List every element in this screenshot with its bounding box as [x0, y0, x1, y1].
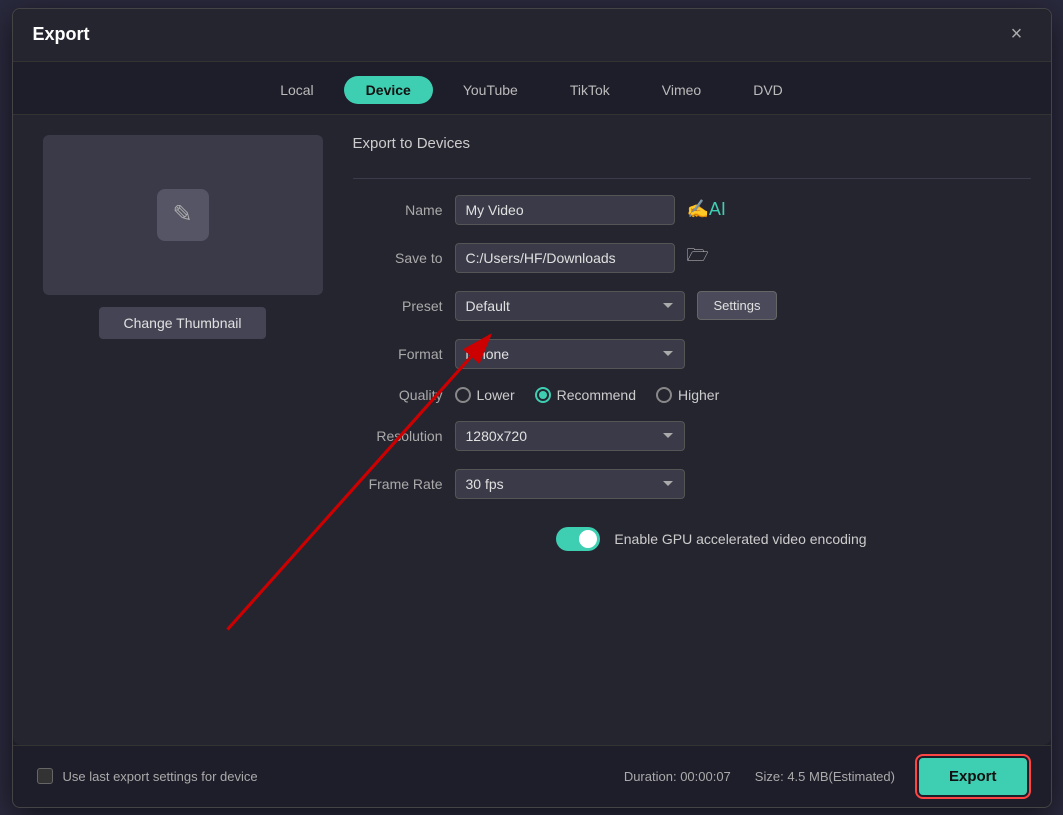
frame-rate-row: Frame Rate 30 fps [353, 469, 1031, 499]
frame-rate-label: Frame Rate [353, 476, 443, 492]
size-label: Size: [755, 769, 784, 784]
duration-value: 00:00:07 [680, 769, 731, 784]
resolution-select[interactable]: 1280x720 [455, 421, 685, 451]
dialog-overlay: Export × Local Device YouTube TikTok Vim… [0, 0, 1063, 815]
quality-row: Quality Lower Recommend Higher [353, 387, 1031, 403]
gpu-toggle[interactable] [556, 527, 600, 551]
tab-local[interactable]: Local [258, 76, 335, 104]
tab-tiktok[interactable]: TikTok [548, 76, 632, 104]
ai-icon[interactable]: ✍AI [687, 199, 726, 220]
quality-higher[interactable]: Higher [656, 387, 719, 403]
save-to-input[interactable] [455, 243, 675, 273]
duration-info: Duration: 00:00:07 [624, 769, 731, 784]
footer-right: Duration: 00:00:07 Size: 4.5 MB(Estimate… [624, 758, 1027, 795]
gpu-label: Enable GPU accelerated video encoding [614, 531, 866, 547]
save-to-label: Save to [353, 250, 443, 266]
format-row: Format iPhone [353, 339, 1031, 369]
quality-options: Lower Recommend Higher [455, 387, 720, 403]
resolution-row: Resolution 1280x720 [353, 421, 1031, 451]
tab-youtube[interactable]: YouTube [441, 76, 540, 104]
folder-icon[interactable]: 🗁 [687, 243, 709, 273]
name-row: Name ✍AI [353, 195, 1031, 225]
gpu-row: Enable GPU accelerated video encoding [353, 527, 1031, 551]
resolution-label: Resolution [353, 428, 443, 444]
quality-recommend[interactable]: Recommend [535, 387, 636, 403]
quality-recommend-label: Recommend [557, 387, 636, 403]
export-dialog: Export × Local Device YouTube TikTok Vim… [12, 8, 1052, 808]
settings-button[interactable]: Settings [697, 291, 778, 320]
quality-lower-radio[interactable] [455, 387, 471, 403]
edit-icon: ✎ [172, 200, 192, 229]
quality-lower-label: Lower [477, 387, 515, 403]
last-settings-label: Use last export settings for device [63, 769, 258, 784]
divider [353, 178, 1031, 179]
quality-higher-radio[interactable] [656, 387, 672, 403]
preset-select[interactable]: Default [455, 291, 685, 321]
thumbnail-preview: ✎ [43, 135, 323, 295]
export-button[interactable]: Export [919, 758, 1027, 795]
section-title: Export to Devices [353, 135, 1031, 152]
quality-higher-label: Higher [678, 387, 719, 403]
tab-vimeo[interactable]: Vimeo [640, 76, 723, 104]
save-to-row: Save to 🗁 [353, 243, 1031, 273]
name-label: Name [353, 202, 443, 218]
tab-device[interactable]: Device [344, 76, 433, 104]
dialog-title: Export [33, 24, 90, 45]
thumbnail-panel: ✎ Change Thumbnail [33, 135, 333, 725]
format-select[interactable]: iPhone [455, 339, 685, 369]
close-button[interactable]: × [1003, 21, 1031, 49]
thumbnail-icon: ✎ [157, 189, 209, 241]
preset-label: Preset [353, 298, 443, 314]
format-label: Format [353, 346, 443, 362]
name-input[interactable] [455, 195, 675, 225]
preset-row: Preset Default Settings [353, 291, 1031, 321]
quality-recommend-radio[interactable] [535, 387, 551, 403]
tabs-bar: Local Device YouTube TikTok Vimeo DVD [13, 62, 1051, 115]
size-value: 4.5 MB(Estimated) [787, 769, 895, 784]
change-thumbnail-button[interactable]: Change Thumbnail [99, 307, 265, 339]
dialog-header: Export × [13, 9, 1051, 62]
last-settings-checkbox[interactable] [37, 768, 53, 784]
settings-panel: Export to Devices Name ✍AI Save to 🗁 Pre… [353, 135, 1031, 725]
dialog-body: ✎ Change Thumbnail Export to Devices Nam… [13, 115, 1051, 745]
quality-lower[interactable]: Lower [455, 387, 515, 403]
quality-label: Quality [353, 387, 443, 403]
duration-label: Duration: [624, 769, 677, 784]
dialog-footer: Use last export settings for device Dura… [13, 745, 1051, 807]
tab-dvd[interactable]: DVD [731, 76, 805, 104]
footer-left: Use last export settings for device [37, 768, 258, 784]
frame-rate-select[interactable]: 30 fps [455, 469, 685, 499]
size-info: Size: 4.5 MB(Estimated) [755, 769, 895, 784]
